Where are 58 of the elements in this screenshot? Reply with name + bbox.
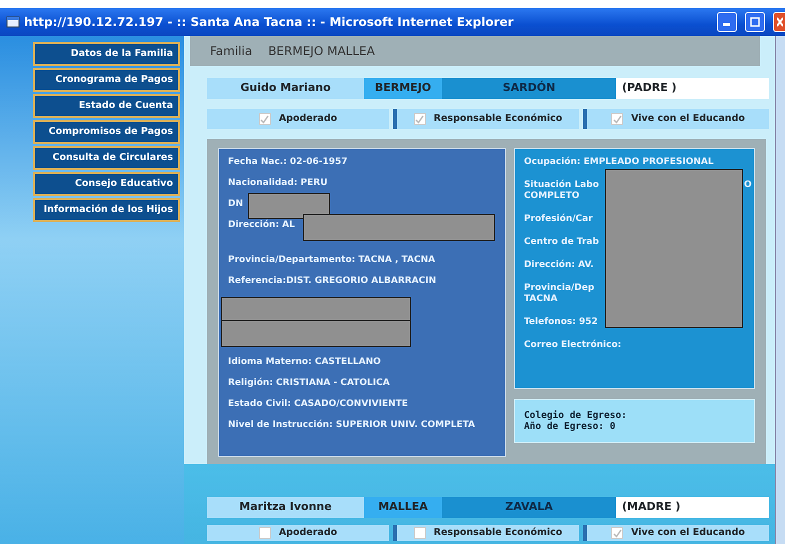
sidebar-item[interactable]: Información de los Hijos xyxy=(33,198,180,222)
checkbox-option[interactable]: Apoderado xyxy=(207,525,389,541)
maximize-icon xyxy=(750,17,760,27)
info-text: Profesión/Car xyxy=(524,214,594,225)
first-surname: MALLEA xyxy=(364,497,442,518)
info-text: COMPLETO xyxy=(524,191,580,202)
maximize-button[interactable] xyxy=(745,12,765,32)
sidebar-item[interactable]: Cronograma de Pagos xyxy=(33,68,180,92)
sidebar-item[interactable]: Datos de la Familia xyxy=(33,42,180,66)
browser-icon xyxy=(6,15,20,29)
role-label: (MADRE ) xyxy=(616,497,769,518)
sidebar-item[interactable]: Consejo Educativo xyxy=(33,172,180,196)
info-text: Provincia/Departamento: TACNA , TACNA xyxy=(228,255,436,266)
first-surname: BERMEJO xyxy=(364,78,442,99)
info-text: Referencia:DIST. GREGORIO ALBARRACIN xyxy=(228,276,438,287)
checkbox[interactable] xyxy=(414,113,426,125)
checkbox[interactable] xyxy=(414,527,426,539)
info-text: Estado Civil: CASADO/CONVIVIENTE xyxy=(228,399,409,410)
info-text: Nivel de Instrucción: SUPERIOR UNIV. COMPLETA xyxy=(228,420,476,431)
scrollbar[interactable] xyxy=(775,36,785,544)
close-button[interactable] xyxy=(773,12,785,32)
info-text: Correo Electrónico: xyxy=(524,340,622,351)
info-text: Colegio de Egreso: xyxy=(524,410,628,421)
family-label: Familia xyxy=(210,43,252,60)
close-icon xyxy=(776,17,782,27)
second-surname: SARDÓN xyxy=(442,78,616,99)
minimize-button[interactable] xyxy=(717,12,737,32)
checkbox-option[interactable]: Vive con el Educando xyxy=(583,525,769,541)
info-text: DN xyxy=(228,199,496,210)
info-text: Fecha Nac.: 02-06-1957 xyxy=(228,157,348,168)
info-text: Centro de Trab xyxy=(524,237,600,248)
checkbox-option[interactable]: Vive con el Educando xyxy=(583,109,769,129)
info-text: Provincia/Dep xyxy=(524,283,596,294)
info-text: Religión: CRISTIANA - CATOLICA xyxy=(228,378,391,389)
checkbox[interactable] xyxy=(611,527,624,539)
checkbox[interactable] xyxy=(258,527,271,539)
checkbox-option[interactable]: Responsable Económico xyxy=(393,525,579,541)
family-name: BERMEJO MALLEA xyxy=(268,43,375,60)
info-text: Año de Egreso: 0 xyxy=(524,421,616,432)
sidebar-item[interactable]: Estado de Cuenta xyxy=(33,94,180,118)
sidebar-item[interactable]: Compromisos de Pagos xyxy=(33,120,180,144)
info-text: Dirección: AV. xyxy=(524,260,595,271)
checkbox[interactable] xyxy=(611,113,624,125)
info-text: TACNA xyxy=(524,294,558,305)
role-label: (PADRE ) xyxy=(616,78,769,99)
checkbox-option[interactable]: Apoderado xyxy=(207,109,389,129)
info-text: Nacionalidad: PERU xyxy=(228,178,329,189)
checkbox-option[interactable]: Responsable Económico xyxy=(393,109,579,129)
sidebar-item[interactable]: Consulta de Circulares xyxy=(33,146,180,170)
info-text: Idioma Materno: CASTELLANO xyxy=(228,357,382,368)
checkbox[interactable] xyxy=(258,113,271,125)
given-names: Guido Mariano xyxy=(207,78,364,99)
window-title: http://190.12.72.197 - :: Santa Ana Tacna :: - Microsoft Internet Explorer xyxy=(24,14,514,31)
info-text: O xyxy=(744,180,752,191)
info-text: Ocupación: EMPLEADO PROFESIONAL xyxy=(524,157,715,168)
second-surname: ZAVALA xyxy=(442,497,616,518)
given-names: Maritza Ivonne xyxy=(207,497,364,518)
info-text: Telefonos: 952 xyxy=(524,317,599,328)
